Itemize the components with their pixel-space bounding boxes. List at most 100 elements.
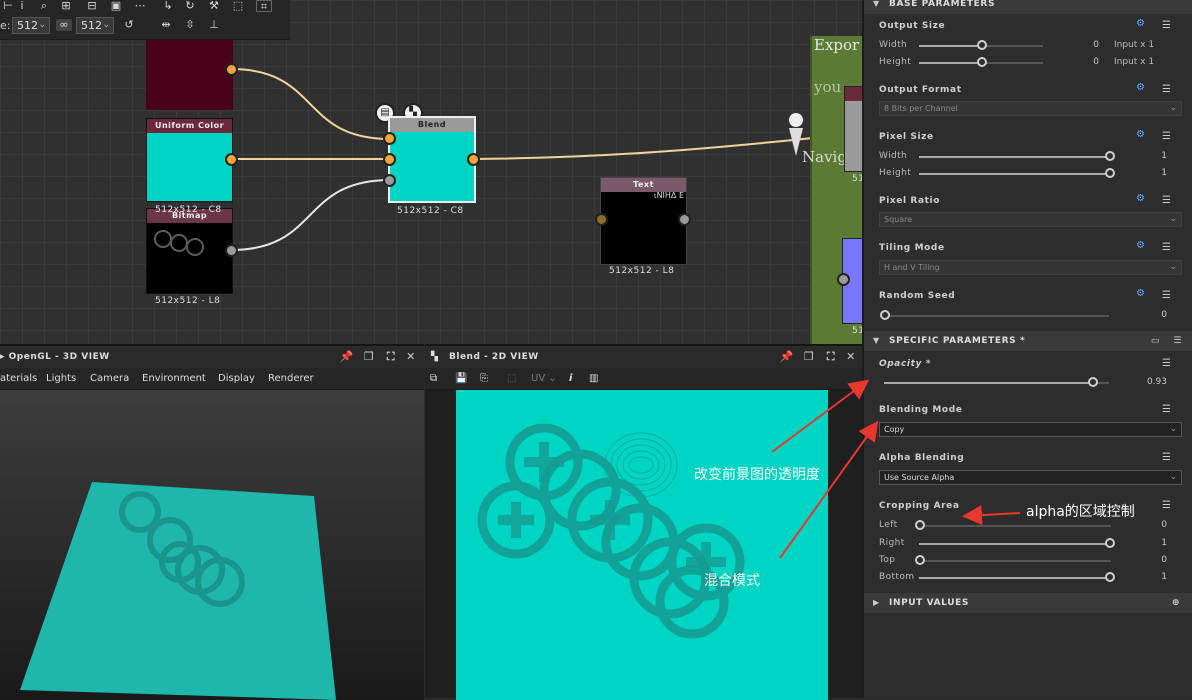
pixel-height-slider[interactable]: [919, 173, 1111, 175]
distribute-v-icon[interactable]: ⇳: [182, 19, 198, 31]
float-icon[interactable]: ❐: [800, 346, 818, 368]
output-height-mode[interactable]: Input x 1: [1114, 57, 1154, 67]
output-node[interactable]: [844, 86, 862, 172]
text-output-port[interactable]: [678, 213, 691, 226]
pixel-height-knob[interactable]: [1105, 168, 1115, 178]
crop-left-value[interactable]: 0: [1127, 520, 1167, 530]
options-icon[interactable]: ☰: [1162, 500, 1171, 511]
export-frame[interactable]: Expor you Naviga 51 51: [802, 36, 862, 344]
histogram-icon[interactable]: ▥: [589, 368, 598, 390]
options-icon[interactable]: ☰: [1162, 452, 1171, 463]
random-seed-slider[interactable]: [884, 315, 1109, 317]
random-seed-knob[interactable]: [880, 310, 890, 320]
options-icon[interactable]: ☰: [1162, 195, 1171, 206]
bitmap-output-port[interactable]: [225, 244, 238, 257]
2d-preview-image[interactable]: [456, 390, 828, 700]
crop-right-slider[interactable]: [919, 543, 1111, 545]
menu-materials[interactable]: aterials: [0, 368, 37, 390]
blend-node[interactable]: Blend: [388, 116, 476, 203]
snap-icon[interactable]: ⊥: [206, 19, 222, 31]
search-icon[interactable]: ⌕: [36, 0, 52, 12]
alpha-blending-dropdown[interactable]: Use Source Alpha ⌄: [879, 470, 1182, 485]
presets-icon[interactable]: ▭: [1151, 331, 1160, 351]
float-icon[interactable]: ❐: [360, 346, 378, 368]
pixel-height-value[interactable]: 1: [1127, 168, 1167, 178]
crop-bottom-value[interactable]: 1: [1127, 572, 1167, 582]
menu-camera[interactable]: Camera: [90, 368, 129, 390]
text-node[interactable]: Text ιΝΙΗΔ Ε: [600, 177, 687, 265]
uniform-color-output-port[interactable]: [225, 153, 238, 166]
add-icon[interactable]: ⊕: [1172, 593, 1180, 613]
options-icon[interactable]: ☰: [1162, 358, 1171, 369]
node-graph[interactable]: ⊢ i ⌕ ⊞ ⊟ ▣ ⋯ ↳ ↻ ⚒ ⬚ ⌗ e: 512 ⌄ ∞ 512 ⌄ ↺…: [0, 0, 862, 344]
function-icon[interactable]: ⚙: [1136, 240, 1145, 251]
crop-left-slider[interactable]: [919, 525, 1111, 527]
options-icon[interactable]: ☰: [1162, 242, 1171, 253]
options-icon[interactable]: ☰: [1162, 131, 1171, 142]
menu-environment[interactable]: Environment: [142, 368, 206, 390]
crop-top-slider[interactable]: [919, 560, 1111, 562]
blend-input-mask[interactable]: [383, 174, 396, 187]
blend-output-port[interactable]: [467, 153, 480, 166]
pixel-ratio-dropdown[interactable]: Square ⌄: [879, 212, 1182, 227]
pixel-width-slider[interactable]: [919, 156, 1111, 158]
export-image-icon[interactable]: ⬚: [507, 368, 516, 390]
3d-viewport[interactable]: [0, 390, 424, 700]
3d-view-panel[interactable]: ▸ OpenGL - 3D VIEW 📌 ❐ ⛶ ✕ aterials Ligh…: [0, 344, 424, 700]
2d-view-panel[interactable]: ▚ Blend - 2D VIEW 📌 ❐ ⛶ ✕ ⧉ 💾 ⎘ ⬚ UV ⌄ i…: [425, 344, 862, 700]
pin-icon[interactable]: 📌: [338, 346, 356, 368]
blend-input-background[interactable]: [383, 153, 396, 166]
color-node-output-port[interactable]: [225, 63, 238, 76]
pixel-width-value[interactable]: 1: [1127, 151, 1167, 161]
reset-icon[interactable]: ↺: [121, 19, 137, 31]
align-icon[interactable]: ⊟: [84, 0, 100, 12]
export-icon[interactable]: ⬚: [230, 0, 246, 12]
menu-lights[interactable]: Lights: [46, 368, 76, 390]
options-icon[interactable]: ☰: [1162, 84, 1171, 95]
output-width-mode[interactable]: Input x 1: [1114, 40, 1154, 50]
pin-icon[interactable]: 📌: [778, 346, 796, 368]
output-height-value[interactable]: 0: [1059, 57, 1099, 67]
info-icon[interactable]: i: [14, 0, 30, 12]
menu-display[interactable]: Display: [218, 368, 255, 390]
blending-mode-dropdown[interactable]: Copy ⌄: [879, 422, 1182, 437]
output-width-value[interactable]: 0: [1059, 40, 1099, 50]
crop-right-value[interactable]: 1: [1127, 538, 1167, 548]
output-height-knob[interactable]: [977, 57, 987, 67]
distribute-h-icon[interactable]: ⇹: [158, 19, 174, 31]
options-icon[interactable]: ☰: [1162, 20, 1171, 31]
function-icon[interactable]: ⚙: [1136, 82, 1145, 93]
width-select[interactable]: 512 ⌄: [12, 17, 50, 34]
input-values-header[interactable]: ▶ INPUT VALUES ⊕: [864, 593, 1192, 613]
bitmap-node[interactable]: Bitmap: [146, 208, 233, 294]
maximize-icon[interactable]: ⛶: [382, 346, 400, 368]
link-mode-icon[interactable]: ⋯: [132, 0, 148, 12]
menu-renderer[interactable]: Renderer: [268, 368, 314, 390]
uv-dropdown[interactable]: UV ⌄: [531, 368, 557, 390]
crop-top-knob[interactable]: [915, 555, 925, 565]
close-icon[interactable]: ✕: [842, 346, 860, 368]
tiling-mode-dropdown[interactable]: H and V Tiling ⌄: [879, 260, 1182, 275]
options-icon[interactable]: ☰: [1162, 404, 1171, 415]
connect-icon[interactable]: ↳: [160, 0, 176, 12]
options-icon[interactable]: ☰: [1162, 290, 1171, 301]
output-width-knob[interactable]: [977, 40, 987, 50]
close-icon[interactable]: ✕: [402, 346, 420, 368]
function-icon[interactable]: ⚙: [1136, 18, 1145, 29]
output-format-dropdown[interactable]: 8 Bits per Channel ⌄: [879, 101, 1182, 116]
height-select[interactable]: 512 ⌄: [76, 17, 114, 34]
pixel-width-knob[interactable]: [1105, 151, 1115, 161]
opacity-value[interactable]: 0.93: [1127, 377, 1167, 387]
crop-left-knob[interactable]: [915, 520, 925, 530]
opacity-knob[interactable]: [1088, 377, 1099, 387]
link-icon[interactable]: ∞: [56, 19, 72, 31]
maximize-icon[interactable]: ⛶: [822, 346, 840, 368]
function-icon[interactable]: ⚙: [1136, 288, 1145, 299]
info-icon[interactable]: i: [569, 368, 572, 390]
output-pin-head[interactable]: [789, 113, 803, 127]
specific-parameters-header[interactable]: ▼ SPECIFIC PARAMETERS * ▭ ☰: [864, 331, 1192, 351]
blend-input-foreground[interactable]: [383, 132, 396, 145]
save-icon[interactable]: 💾: [455, 368, 467, 390]
crop-bottom-knob[interactable]: [1105, 572, 1115, 582]
grid-icon[interactable]: ⌗: [256, 0, 272, 13]
